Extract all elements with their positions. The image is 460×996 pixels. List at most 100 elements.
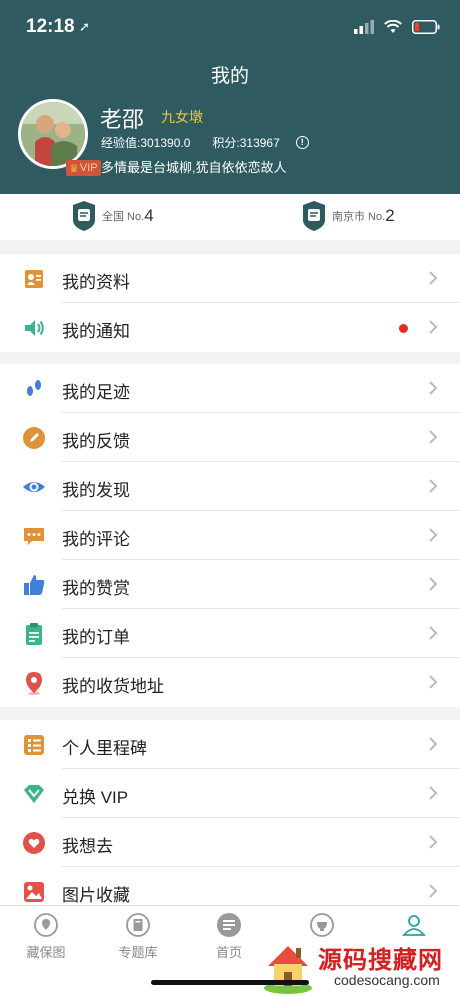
- tab-me[interactable]: [384, 912, 444, 942]
- menu-item-wishlist[interactable]: 我想去: [0, 818, 460, 867]
- menu-item-label: 我的足迹: [62, 383, 130, 402]
- menu-item-milestones[interactable]: 个人里程碑: [0, 720, 460, 769]
- clipboard-icon: [26, 623, 42, 645]
- menu-item-label: 个人里程碑: [62, 739, 147, 758]
- tab-collection[interactable]: [292, 912, 352, 942]
- chevron-right-icon: [429, 786, 438, 800]
- menu-item-label: 我的赞赏: [62, 579, 130, 598]
- user-icon: [402, 915, 426, 936]
- chevron-right-icon: [429, 430, 438, 444]
- unread-badge: [399, 324, 408, 333]
- rank-strip: 全国 No. 4 南京市 No. 2: [0, 194, 460, 240]
- menu-item-label: 我的订单: [62, 628, 130, 647]
- chevron-right-icon: [429, 320, 438, 334]
- menu-group-account: 我的资料 我的通知: [0, 254, 460, 352]
- chevron-right-icon: [429, 528, 438, 542]
- national-rank[interactable]: 全国 No. 4: [72, 200, 154, 232]
- city-rank-label: 南京市 No.: [332, 211, 386, 223]
- experience-value: 经验值:301390.0: [101, 136, 191, 150]
- menu-item-redeem-vip[interactable]: 兑换 VIP: [0, 769, 460, 818]
- signal-icon: [354, 20, 374, 34]
- watermark-url: codesocang.com: [334, 972, 440, 988]
- menu-item-feedback[interactable]: 我的反馈: [0, 413, 460, 462]
- heart-icon: [23, 832, 45, 854]
- shield-badge-icon: [303, 201, 325, 231]
- chevron-right-icon: [429, 626, 438, 640]
- user-rank-title: 九女墩: [161, 109, 203, 125]
- chevron-right-icon: [429, 835, 438, 849]
- tab-label: 首页: [215, 945, 242, 960]
- image-icon: [24, 882, 44, 902]
- user-name: 老邵: [100, 107, 145, 132]
- menu-item-label: 图片收藏: [62, 886, 130, 905]
- user-stats: 经验值:301390.0 积分:313967 !: [101, 134, 309, 151]
- menu-item-profile[interactable]: 我的资料: [0, 254, 460, 303]
- menu-item-label: 我想去: [62, 837, 113, 856]
- user-motto: 多情最是台城柳,犹自依依恋故人: [101, 160, 287, 175]
- menu-item-notifications[interactable]: 我的通知: [0, 303, 460, 352]
- menu-item-orders[interactable]: 我的订单: [0, 609, 460, 658]
- menu-item-label: 我的资料: [62, 273, 130, 292]
- menu-item-comments[interactable]: 我的评论: [0, 511, 460, 560]
- page-title: 我的: [210, 66, 249, 87]
- chevron-right-icon: [429, 737, 438, 751]
- menu-item-label: 兑换 VIP: [62, 788, 129, 807]
- points-value: 积分:313967: [212, 136, 280, 150]
- avatar[interactable]: [18, 99, 88, 169]
- battery-icon: [412, 20, 440, 34]
- national-rank-label: 全国 No.: [102, 211, 145, 223]
- info-icon[interactable]: !: [295, 136, 309, 149]
- house-logo-icon: [264, 946, 312, 994]
- eye-icon: [23, 482, 45, 492]
- home-indicator: [151, 980, 309, 985]
- checklist-icon: [24, 735, 44, 755]
- chevron-right-icon: [429, 271, 438, 285]
- tab-label: 专题库: [118, 945, 158, 960]
- avatar-photo-icon: [21, 102, 85, 166]
- location-pin-icon: [26, 672, 42, 695]
- menu-item-label: 我的通知: [62, 322, 130, 341]
- menu-item-label: 我的评论: [62, 530, 130, 549]
- cup-icon: [310, 913, 334, 937]
- vip-badge: ♛ VIP: [66, 160, 101, 176]
- diamond-icon: [24, 785, 44, 803]
- home-icon: [217, 913, 241, 937]
- menu-item-discoveries[interactable]: 我的发现: [0, 462, 460, 511]
- menu-item-shipping-address[interactable]: 我的收货地址: [0, 658, 460, 707]
- menu-group-activity: 我的足迹 我的反馈 我的发现 我的评论 我的赞赏 我的订单 我的收货地址: [0, 364, 460, 707]
- menu-item-appreciation[interactable]: 我的赞赏: [0, 560, 460, 609]
- watermark-title: 源码搜藏网: [318, 947, 443, 974]
- status-indicators: [354, 20, 440, 34]
- tab-topics[interactable]: 专题库: [108, 912, 168, 961]
- book-icon: [126, 913, 150, 937]
- menu-item-label: 我的收货地址: [62, 677, 164, 696]
- chevron-right-icon: [429, 675, 438, 689]
- chevron-right-icon: [429, 479, 438, 493]
- wifi-icon: [384, 20, 402, 33]
- footprint-icon: [27, 380, 41, 396]
- city-rank-value: 2: [385, 206, 395, 225]
- menu-item-footprints[interactable]: 我的足迹: [0, 364, 460, 413]
- tab-home[interactable]: 首页: [199, 912, 259, 961]
- chevron-right-icon: [429, 577, 438, 591]
- pen-icon: [23, 427, 45, 449]
- tab-map[interactable]: 藏保图: [16, 912, 76, 961]
- status-bar: 12:18 ➚: [0, 0, 460, 56]
- speaker-icon: [25, 320, 44, 336]
- national-rank-value: 4: [144, 206, 154, 225]
- chevron-right-icon: [429, 381, 438, 395]
- shield-badge-icon: [73, 201, 95, 231]
- comment-icon: [24, 528, 44, 545]
- chevron-right-icon: [429, 884, 438, 898]
- city-rank[interactable]: 南京市 No. 2: [302, 200, 395, 232]
- menu-item-label: 我的反馈: [62, 432, 130, 451]
- status-time: 12:18: [26, 16, 75, 37]
- menu-item-label: 我的发现: [62, 481, 130, 500]
- location-arrow-icon: ➚: [79, 19, 90, 34]
- profile-header: 12:18 ➚ 我的 ♛ VIP 老邵 九女墩 经验值:301390.0 积分:…: [0, 0, 460, 194]
- watermark: 源码搜藏网 codesocang.com: [262, 940, 460, 996]
- thumbs-up-icon: [24, 575, 45, 595]
- crown-icon: ♛: [69, 162, 79, 175]
- vip-label: VIP: [79, 162, 98, 174]
- menu-group-extras: 个人里程碑 兑换 VIP 我想去 图片收藏: [0, 720, 460, 916]
